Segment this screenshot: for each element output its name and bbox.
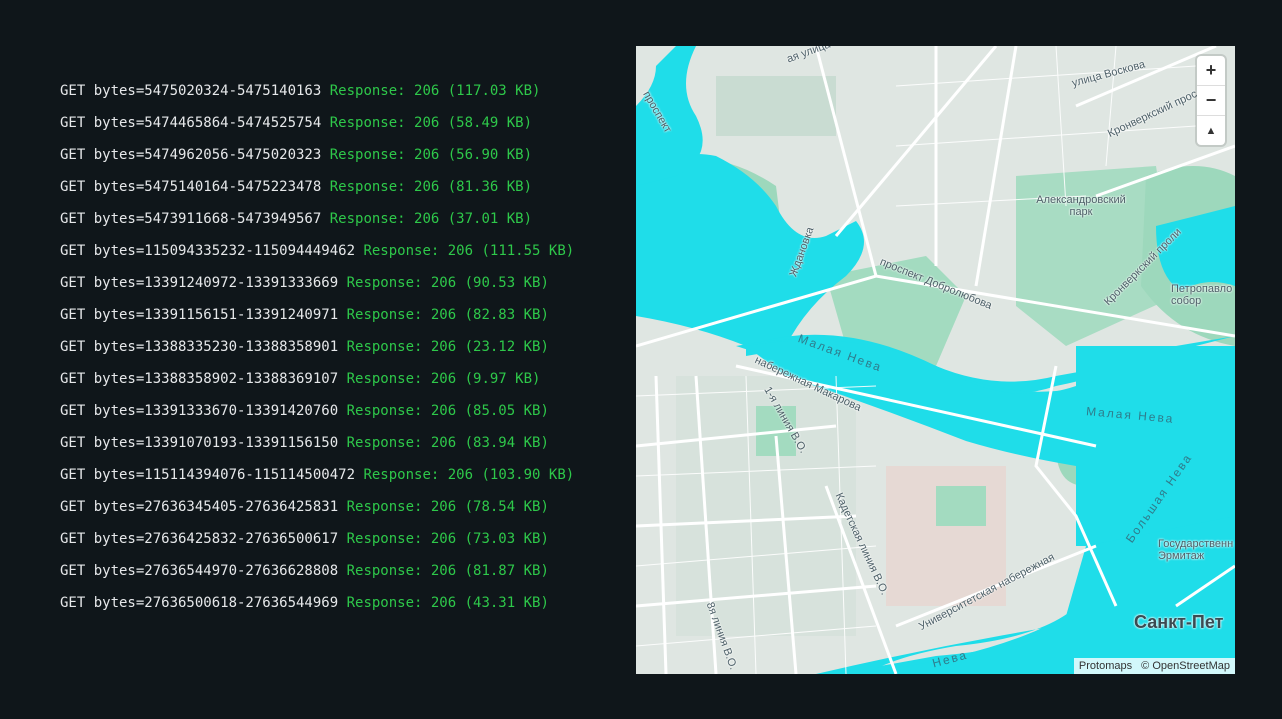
log-request: GET bytes=13391070193-13391156150 xyxy=(60,435,339,451)
log-row: GET bytes=13388358902-13388369107 Respon… xyxy=(60,363,574,395)
log-response: Response: 206 (82.83 KB) xyxy=(346,307,549,323)
log-request: GET bytes=5474962056-5475020323 xyxy=(60,147,322,163)
log-response: Response: 206 (37.01 KB) xyxy=(329,211,533,227)
log-request: GET bytes=5474465864-5474525754 xyxy=(60,115,322,131)
log-row: GET bytes=27636345405-27636425831 Respon… xyxy=(60,491,574,523)
log-row: GET bytes=13388335230-13388358901 Respon… xyxy=(60,331,574,363)
zoom-in-button[interactable]: + xyxy=(1197,56,1225,86)
attribution-osm-link[interactable]: © OpenStreetMap xyxy=(1141,660,1230,672)
log-response: Response: 206 (58.49 KB) xyxy=(329,115,533,131)
log-row: GET bytes=115094335232-115094449462 Resp… xyxy=(60,235,574,267)
compass-button[interactable]: ▲ xyxy=(1197,116,1225,145)
log-request: GET bytes=5475140164-5475223478 xyxy=(60,179,322,195)
log-request: GET bytes=13391240972-13391333669 xyxy=(60,275,339,291)
log-request: GET bytes=13391333670-13391420760 xyxy=(60,403,339,419)
attribution-protomaps-link[interactable]: Protomaps xyxy=(1079,660,1132,672)
log-response: Response: 206 (111.55 KB) xyxy=(363,243,575,259)
log-request: GET bytes=27636345405-27636425831 xyxy=(60,499,339,515)
log-row: GET bytes=13391156151-13391240971 Respon… xyxy=(60,299,574,331)
map-label-city: Санкт-Пет xyxy=(1134,612,1224,632)
log-row: GET bytes=5474465864-5474525754 Response… xyxy=(60,107,574,139)
compass-icon: ▲ xyxy=(1205,124,1217,137)
log-request: GET bytes=27636544970-27636628808 xyxy=(60,563,339,579)
request-log: GET bytes=5475020324-5475140163 Response… xyxy=(60,75,574,619)
log-response: Response: 206 (56.90 KB) xyxy=(329,147,533,163)
log-response: Response: 206 (81.87 KB) xyxy=(346,563,549,579)
log-response: Response: 206 (90.53 KB) xyxy=(346,275,549,291)
log-request: GET bytes=13388358902-13388369107 xyxy=(60,371,339,387)
log-response: Response: 206 (85.05 KB) xyxy=(346,403,549,419)
map-canvas[interactable] xyxy=(636,46,1235,674)
log-response: Response: 206 (103.90 KB) xyxy=(363,467,575,483)
log-response: Response: 206 (73.03 KB) xyxy=(346,531,549,547)
map-label-aleksandrovsky-park: Александровский парк xyxy=(1036,194,1126,218)
log-response: Response: 206 (78.54 KB) xyxy=(346,499,549,515)
map-attribution: Protomaps © OpenStreetMap xyxy=(1073,658,1235,674)
log-request: GET bytes=5475020324-5475140163 xyxy=(60,83,322,99)
log-request: GET bytes=13388335230-13388358901 xyxy=(60,339,339,355)
log-response: Response: 206 (117.03 KB) xyxy=(329,83,541,99)
log-row: GET bytes=5473911668-5473949567 Response… xyxy=(60,203,574,235)
log-row: GET bytes=115114394076-115114500472 Resp… xyxy=(60,459,574,491)
log-row: GET bytes=13391070193-13391156150 Respon… xyxy=(60,427,574,459)
log-response: Response: 206 (9.97 KB) xyxy=(346,371,541,387)
log-row: GET bytes=5475140164-5475223478 Response… xyxy=(60,171,574,203)
map-label-petropavl: Петропавло собор xyxy=(1171,283,1233,307)
log-row: GET bytes=5475020324-5475140163 Response… xyxy=(60,75,574,107)
map-label-hermitage: Государственн Эрмитаж xyxy=(1158,538,1234,562)
map-view[interactable]: ая улица улица Воскова проспект Кронверк… xyxy=(636,46,1235,674)
log-response: Response: 206 (81.36 KB) xyxy=(329,179,533,195)
log-row: GET bytes=5474962056-5475020323 Response… xyxy=(60,139,574,171)
log-request: GET bytes=27636425832-27636500617 xyxy=(60,531,339,547)
map-zoom-controls: + − ▲ xyxy=(1197,56,1225,145)
log-response: Response: 206 (23.12 KB) xyxy=(346,339,549,355)
log-response: Response: 206 (43.31 KB) xyxy=(346,595,549,611)
log-request: GET bytes=115094335232-115094449462 xyxy=(60,243,356,259)
zoom-out-button[interactable]: − xyxy=(1197,86,1225,116)
log-row: GET bytes=13391333670-13391420760 Respon… xyxy=(60,395,574,427)
log-request: GET bytes=115114394076-115114500472 xyxy=(60,467,356,483)
log-row: GET bytes=27636500618-27636544969 Respon… xyxy=(60,587,574,619)
log-request: GET bytes=5473911668-5473949567 xyxy=(60,211,322,227)
log-row: GET bytes=27636544970-27636628808 Respon… xyxy=(60,555,574,587)
log-request: GET bytes=13391156151-13391240971 xyxy=(60,307,339,323)
log-request: GET bytes=27636500618-27636544969 xyxy=(60,595,339,611)
log-row: GET bytes=27636425832-27636500617 Respon… xyxy=(60,523,574,555)
log-row: GET bytes=13391240972-13391333669 Respon… xyxy=(60,267,574,299)
log-response: Response: 206 (83.94 KB) xyxy=(346,435,549,451)
